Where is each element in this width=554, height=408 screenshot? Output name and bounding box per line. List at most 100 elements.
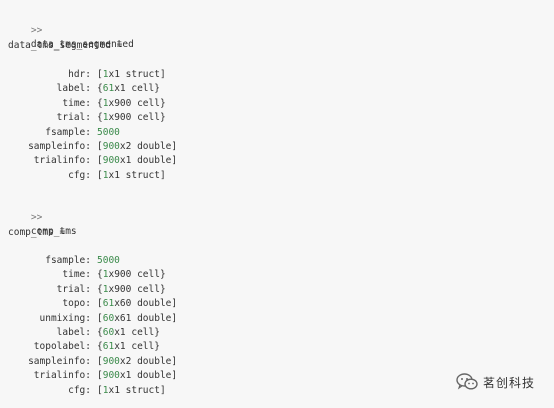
field-name: cfg: xyxy=(68,169,91,181)
field-value: [900x1 double] xyxy=(97,369,177,383)
struct-field-row: cfg: [1x1 struct] xyxy=(0,169,300,183)
type-description: x60 double xyxy=(114,298,172,310)
bracket-close: } xyxy=(159,112,166,124)
type-description: x900 cell xyxy=(108,112,160,124)
field-value: 5000 xyxy=(97,126,120,140)
prompt: >> xyxy=(30,25,43,36)
field-value: {1x900 cell} xyxy=(97,283,166,297)
watermark-text: 茗创科技 xyxy=(483,375,536,390)
bracket-close: ] xyxy=(171,355,178,367)
field-value: {1x900 cell} xyxy=(97,268,166,282)
struct-field-row: label: {61x1 cell} xyxy=(0,82,300,96)
field-name: label: xyxy=(56,327,91,338)
field-name: fsample: xyxy=(45,255,91,266)
field-name: hdr: xyxy=(68,69,91,80)
field-name: sampleinfo: xyxy=(28,355,91,367)
dimension-number: 900 xyxy=(102,141,120,152)
dimension-number: 61 xyxy=(102,341,115,353)
field-value: [1x1 struct] xyxy=(97,384,166,398)
bracket-close: } xyxy=(159,283,166,295)
struct-field-row: trialinfo: [900x1 double] xyxy=(0,369,300,383)
field-value: [61x60 double] xyxy=(97,297,177,311)
type-description: x900 cell xyxy=(108,97,160,109)
field-value: {61x1 cell} xyxy=(97,82,160,96)
struct-field-row: time: {1x900 cell} xyxy=(0,268,300,282)
type-description: x2 double xyxy=(119,355,172,367)
struct-field-row: trial: {1x900 cell} xyxy=(0,283,300,297)
dimension-number: 900 xyxy=(102,155,120,167)
watermark: 茗创科技 xyxy=(456,372,535,392)
field-name: fsample: xyxy=(45,126,91,138)
struct-field-row: trialinfo: [900x1 double] xyxy=(0,154,300,168)
field-value: [60x61 double] xyxy=(97,312,177,326)
field-value: {1x900 cell} xyxy=(97,97,166,111)
dimension-number: 900 xyxy=(102,370,120,382)
dimension-number: 61 xyxy=(102,298,115,310)
type-description: x1 cell xyxy=(114,327,155,338)
struct-field-row: unmixing: [60x61 double] xyxy=(0,312,300,326)
field-value: [1x1 struct] xyxy=(97,68,166,82)
field-value: [900x1 double] xyxy=(97,154,177,168)
type-description: x1 struct xyxy=(108,69,160,80)
dimension-number: 5000 xyxy=(97,255,120,266)
struct-field-row: fsample: 5000 xyxy=(0,126,300,140)
dimension-number: 60 xyxy=(102,312,115,324)
field-value: [900x2 double] xyxy=(97,355,177,369)
wechat-icon xyxy=(456,373,478,390)
dimension-number: 61 xyxy=(102,83,115,95)
type-description: x1 struct xyxy=(108,169,160,181)
dimension-number: 60 xyxy=(102,327,115,338)
bracket-close: } xyxy=(159,269,166,281)
type-description: x900 cell xyxy=(108,269,160,281)
field-name: trial: xyxy=(56,283,91,295)
field-name: trialinfo: xyxy=(33,155,91,167)
struct-field-row: topo: [61x60 double] xyxy=(0,297,300,311)
command-window[interactable]: >> data_tms_segmented data_tms_segmented… xyxy=(0,0,554,408)
struct-field-row: topolabel: {61x1 cell} xyxy=(0,340,300,354)
type-description: x1 double xyxy=(119,370,172,382)
type-description: x2 double xyxy=(119,141,172,152)
command-line: >> comp_tms xyxy=(8,197,77,237)
field-name: trial: xyxy=(56,112,91,124)
bracket-close: } xyxy=(154,83,160,95)
struct-field-row: sampleinfo: [900x2 double] xyxy=(0,140,300,154)
field-value: {60x1 cell} xyxy=(97,326,160,340)
prompt: >> xyxy=(30,212,43,223)
field-name: cfg: xyxy=(68,384,91,396)
struct-field-row: hdr: [1x1 struct] xyxy=(0,68,300,82)
bracket-close: ] xyxy=(159,384,166,396)
field-value: [1x1 struct] xyxy=(97,169,166,183)
field-value: {1x900 cell} xyxy=(97,111,166,125)
field-value: {61x1 cell} xyxy=(97,340,160,354)
struct-field-row: fsample: 5000 xyxy=(0,254,300,268)
command-line: >> data_tms_segmented xyxy=(8,10,134,50)
struct-field-row: trial: {1x900 cell} xyxy=(0,111,300,125)
dimension-number: 5000 xyxy=(97,126,120,138)
field-name: topo: xyxy=(62,298,91,310)
field-name: label: xyxy=(56,83,91,95)
bracket-close: } xyxy=(154,327,160,338)
field-name: sampleinfo: xyxy=(28,141,91,152)
struct-field-row: label: {60x1 cell} xyxy=(0,326,300,340)
bracket-close: ] xyxy=(171,155,178,167)
struct-field-row: cfg: [1x1 struct] xyxy=(0,384,300,398)
field-name: time: xyxy=(62,269,91,281)
bracket-close: ] xyxy=(159,169,166,181)
bracket-close: ] xyxy=(171,141,178,152)
bracket-close: } xyxy=(159,97,166,109)
type-description: x61 double xyxy=(114,312,172,324)
dimension-number: 900 xyxy=(102,355,120,367)
type-description: x1 cell xyxy=(114,83,155,95)
type-description: x1 double xyxy=(119,155,172,167)
struct-field-row: time: {1x900 cell} xyxy=(0,97,300,111)
bracket-close: ] xyxy=(171,298,178,310)
bracket-close: ] xyxy=(159,69,166,80)
type-description: x1 cell xyxy=(114,341,155,353)
field-name: unmixing: xyxy=(39,312,91,324)
field-value: 5000 xyxy=(97,254,120,268)
variable-header: comp_tms = xyxy=(8,227,66,238)
type-description: x900 cell xyxy=(108,283,160,295)
field-name: time: xyxy=(62,97,91,109)
struct-field-row: sampleinfo: [900x2 double] xyxy=(0,355,300,369)
field-name: trialinfo: xyxy=(33,370,91,382)
